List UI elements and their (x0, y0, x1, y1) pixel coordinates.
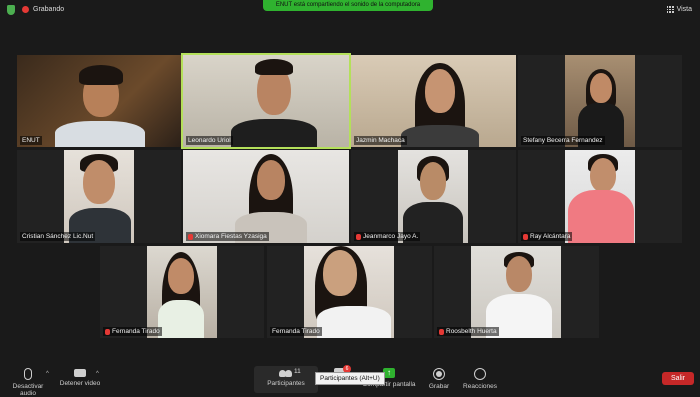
audio-options-caret-icon[interactable]: ^ (46, 371, 49, 377)
participant-name: Jeanmarco Jayo A. (354, 232, 421, 241)
participant-tile-leonardo-uriol[interactable]: Leonardo Uriol (181, 53, 351, 149)
participants-tooltip: Participantes (Alt+U) (315, 372, 385, 385)
record-button[interactable]: Grabar (426, 368, 452, 390)
participant-name: Stefany Becerra Fernandez (521, 136, 605, 145)
mic-muted-icon (105, 328, 110, 335)
participant-name: ENUT (20, 136, 42, 145)
participant-tile-jazmin-machaca[interactable]: Jazmin Machaca (351, 55, 516, 147)
participant-tile-enut[interactable]: ENUT (17, 55, 181, 147)
participant-tile-roosbelth-huerta[interactable]: Roosbelth Huerta (434, 246, 599, 338)
participant-tile-ray-alcantara[interactable]: Ray Alcántara (518, 150, 682, 243)
reactions-button[interactable]: Reacciones (462, 368, 498, 390)
participant-name: Fernanda Tirado (103, 327, 162, 336)
share-sound-banner[interactable]: ENUT está compartiendo el sonido de la c… (263, 0, 433, 11)
view-label: Vista (676, 6, 692, 13)
share-screen-icon: ↑ (383, 368, 395, 378)
mic-muted-icon (356, 233, 361, 240)
participant-name: Fernanda Tirado (270, 327, 322, 336)
stop-video-label: Detener video (59, 380, 101, 387)
reactions-icon (474, 368, 486, 380)
participant-name: Jazmin Machaca (354, 136, 407, 145)
participants-button[interactable]: Participantes (262, 368, 310, 387)
video-options-caret-icon[interactable]: ^ (96, 371, 99, 377)
mic-muted-icon (188, 233, 193, 240)
participant-tile-xiomara-fiestas[interactable]: Xiomara Fiestas Yzasiga (183, 150, 349, 243)
participant-name: Ray Alcántara (521, 232, 573, 241)
participant-tile-stefany-becerra[interactable]: Stefany Becerra Fernandez (518, 55, 682, 147)
microphone-icon (24, 368, 32, 380)
participant-name: Xiomara Fiestas Yzasiga (186, 232, 269, 241)
record-label: Grabar (428, 383, 450, 390)
recording-indicator: Grabando (22, 6, 64, 13)
recording-label: Grabando (33, 6, 65, 13)
participants-icon (279, 368, 293, 377)
camera-icon (74, 369, 86, 377)
mic-muted-icon (523, 233, 528, 240)
participant-name: Roosbelth Huerta (437, 327, 499, 336)
participant-tile-fernanda-tirado-2[interactable]: Fernanda Tirado (267, 246, 432, 338)
participant-name: Leonardo Uriol (186, 136, 233, 145)
view-button[interactable]: Vista (666, 6, 692, 13)
security-shield-icon[interactable] (7, 5, 15, 15)
participant-name: Cristian Sánchez Lic.Nut (20, 232, 96, 241)
grid-view-icon (666, 6, 674, 13)
participants-count: 11 (294, 368, 301, 375)
leave-meeting-button[interactable]: Salir (662, 372, 694, 385)
participant-tile-fernanda-tirado-1[interactable]: Fernanda Tirado (100, 246, 264, 338)
participants-label: Participantes (267, 380, 305, 387)
mute-audio-label: Desactivar audio (12, 383, 44, 397)
participant-tile-jeanmarco-jayo[interactable]: Jeanmarco Jayo A. (351, 150, 516, 243)
top-bar: Grabando ENUT está compartiendo el sonid… (0, 0, 700, 20)
record-icon (433, 368, 445, 380)
participant-tile-cristian-sanchez[interactable]: Cristian Sánchez Lic.Nut (17, 150, 181, 243)
mic-muted-icon (439, 328, 444, 335)
reactions-label: Reacciones (463, 383, 497, 390)
record-dot-icon (22, 6, 29, 13)
